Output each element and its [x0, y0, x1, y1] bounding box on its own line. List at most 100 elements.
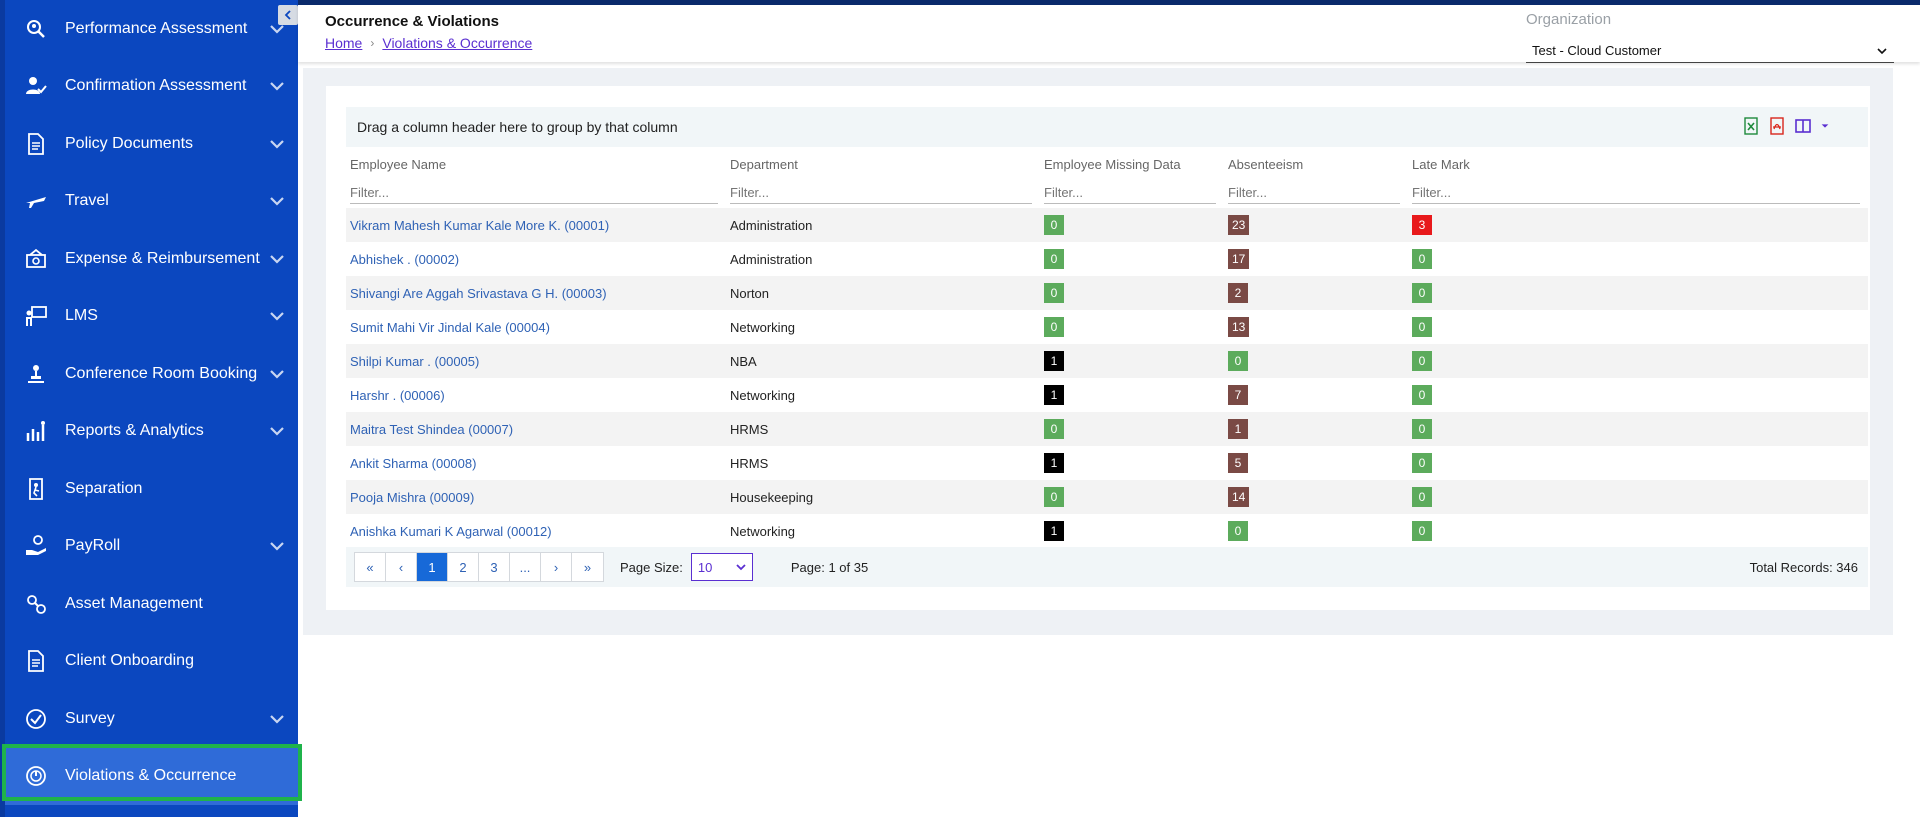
chevron-down-icon[interactable]: [268, 135, 286, 153]
total-records: Total Records: 346: [1749, 559, 1858, 575]
sidebar-item-label: LMS: [65, 307, 98, 325]
cell-department: Administration: [726, 208, 1040, 242]
column-chooser-icon[interactable]: [1794, 117, 1812, 135]
breadcrumb-current[interactable]: Violations & Occurrence: [382, 35, 532, 51]
employee-link[interactable]: Ankit Sharma (00008): [350, 456, 476, 471]
filter-department[interactable]: [730, 182, 1032, 204]
chevron-down-icon[interactable]: [268, 365, 286, 383]
pager-page-3[interactable]: 3: [479, 553, 510, 581]
chevron-down-icon[interactable]: [268, 192, 286, 210]
employee-link[interactable]: Anishka Kumari K Agarwal (00012): [350, 524, 552, 539]
absenteeism-badge: 0: [1228, 521, 1248, 541]
pager-page-2[interactable]: 2: [448, 553, 479, 581]
sidebar-item-payroll[interactable]: PayRoll: [5, 518, 298, 576]
sidebar-item-label: Client Onboarding: [65, 652, 194, 670]
cell-late-mark: 0: [1408, 242, 1868, 276]
cell-department: NBA: [726, 344, 1040, 378]
employee-link[interactable]: Shivangi Are Aggah Srivastava G H. (0000…: [350, 286, 607, 301]
column-header-employee-name[interactable]: Employee Name: [346, 150, 726, 178]
cell-department: Networking: [730, 319, 796, 335]
chevron-down-icon[interactable]: [268, 250, 286, 268]
pdf-export-icon[interactable]: [1768, 117, 1786, 135]
breadcrumb-home[interactable]: Home: [325, 35, 362, 51]
late-mark-badge: 0: [1412, 249, 1432, 269]
cell-employee-name: Shivangi Are Aggah Srivastava G H. (0000…: [346, 276, 726, 310]
pager-next-button[interactable]: ›: [541, 553, 572, 581]
pager-first-button[interactable]: «: [355, 553, 386, 581]
sidebar-item-client-onboarding[interactable]: Client Onboarding: [5, 633, 298, 691]
caret-down-icon[interactable]: [1820, 121, 1830, 131]
table-row: Harshr . (00006) Networking 1 7 0: [346, 378, 1868, 412]
sidebar-item-separation[interactable]: Separation: [5, 460, 298, 518]
page-size-value: 10: [697, 559, 713, 575]
chevron-right-icon: ›: [370, 36, 375, 50]
sidebar-item-asset-management[interactable]: Asset Management: [5, 575, 298, 633]
teacher-board-icon: [19, 299, 53, 333]
pager-page-1[interactable]: 1: [417, 553, 448, 581]
employee-link[interactable]: Pooja Mishra (00009): [350, 490, 474, 505]
organization-value: Test - Cloud Customer: [1532, 43, 1662, 58]
late-mark-badge: 0: [1412, 283, 1432, 303]
page-size-select[interactable]: 10: [690, 553, 753, 581]
column-header-missing-data[interactable]: Employee Missing Data: [1040, 150, 1224, 178]
late-mark-badge: 0: [1412, 521, 1432, 541]
sidebar-item-lms[interactable]: LMS: [5, 288, 298, 346]
employee-link[interactable]: Sumit Mahi Vir Jindal Kale (00004): [350, 320, 550, 335]
late-mark-badge: 3: [1412, 215, 1432, 235]
page-info: Page: 1 of 35: [790, 559, 869, 575]
money-icon: [19, 242, 53, 276]
pager-last-button[interactable]: »: [572, 553, 603, 581]
sidebar-collapse-button[interactable]: [278, 5, 298, 25]
filter-late-mark[interactable]: [1412, 182, 1860, 204]
late-mark-badge: 0: [1412, 419, 1432, 439]
filter-absenteeism[interactable]: [1228, 182, 1400, 204]
table-row: Maitra Test Shindea (00007) HRMS 0 1 0: [346, 412, 1868, 446]
cell-missing-data: 1: [1040, 344, 1224, 378]
cell-absenteeism: 2: [1224, 276, 1408, 310]
missing-data-badge: 1: [1044, 351, 1064, 371]
employee-link[interactable]: Abhishek . (00002): [350, 252, 459, 267]
cell-employee-name: Anishka Kumari K Agarwal (00012): [346, 514, 726, 548]
organization-select[interactable]: Test - Cloud Customer: [1526, 39, 1894, 63]
violation-icon: [19, 759, 53, 793]
sidebar-item-reports-analytics[interactable]: Reports & Analytics: [5, 403, 298, 461]
table-row: Anishka Kumari K Agarwal (00012) Networki…: [346, 514, 1868, 548]
employee-link[interactable]: Shilpi Kumar . (00005): [350, 354, 479, 369]
document-icon: [19, 644, 53, 678]
column-header-department[interactable]: Department: [726, 150, 1040, 178]
chevron-down-icon[interactable]: [268, 537, 286, 555]
chevron-down-icon[interactable]: [268, 77, 286, 95]
cell-employee-name: Ankit Sharma (00008): [346, 446, 726, 480]
chevron-down-icon[interactable]: [268, 307, 286, 325]
sidebar-item-conference-room-booking[interactable]: Conference Room Booking: [5, 345, 298, 403]
employee-link[interactable]: Vikram Mahesh Kumar Kale More K. (00001): [350, 218, 609, 233]
chevron-down-icon: [736, 564, 746, 571]
sidebar-item-expense-reimbursement[interactable]: Expense & Reimbursement: [5, 230, 298, 288]
table-row: Shivangi Are Aggah Srivastava G H. (0000…: [346, 276, 1868, 310]
chevron-left-icon: [284, 10, 291, 20]
sidebar-item-performance-assessment[interactable]: Performance Assessment: [5, 0, 298, 58]
table-row: Pooja Mishra (00009) Housekeeping 0 14 0: [346, 480, 1868, 514]
cell-department: Norton: [726, 276, 1040, 310]
sidebar-item-violations-occurrence[interactable]: Violations & Occurrence: [5, 747, 298, 805]
sidebar-item-policy-documents[interactable]: Policy Documents: [5, 115, 298, 173]
employee-link[interactable]: Harshr . (00006): [350, 388, 445, 403]
filter-missing-data[interactable]: [1044, 182, 1216, 204]
cell-missing-data: 1: [1040, 446, 1224, 480]
group-by-drop-zone[interactable]: Drag a column header here to group by th…: [346, 107, 1868, 147]
sidebar-item-survey[interactable]: Survey: [5, 690, 298, 748]
employee-link[interactable]: Maitra Test Shindea (00007): [350, 422, 513, 437]
column-header-late-mark[interactable]: Late Mark: [1408, 150, 1868, 178]
pager-prev-button[interactable]: ‹: [386, 553, 417, 581]
sidebar-item-travel[interactable]: Travel: [5, 173, 298, 231]
column-header-absenteeism[interactable]: Absenteeism: [1224, 150, 1408, 178]
sidebar-item-confirmation-assessment[interactable]: Confirmation Assessment: [5, 58, 298, 116]
absenteeism-badge: 1: [1228, 419, 1248, 439]
pager-more-button[interactable]: ...: [510, 553, 541, 581]
filter-employee-name[interactable]: [350, 182, 718, 204]
missing-data-badge: 1: [1044, 385, 1064, 405]
check-circle-icon: [19, 702, 53, 736]
excel-export-icon[interactable]: [1742, 117, 1760, 135]
chevron-down-icon[interactable]: [268, 710, 286, 728]
chevron-down-icon[interactable]: [268, 422, 286, 440]
